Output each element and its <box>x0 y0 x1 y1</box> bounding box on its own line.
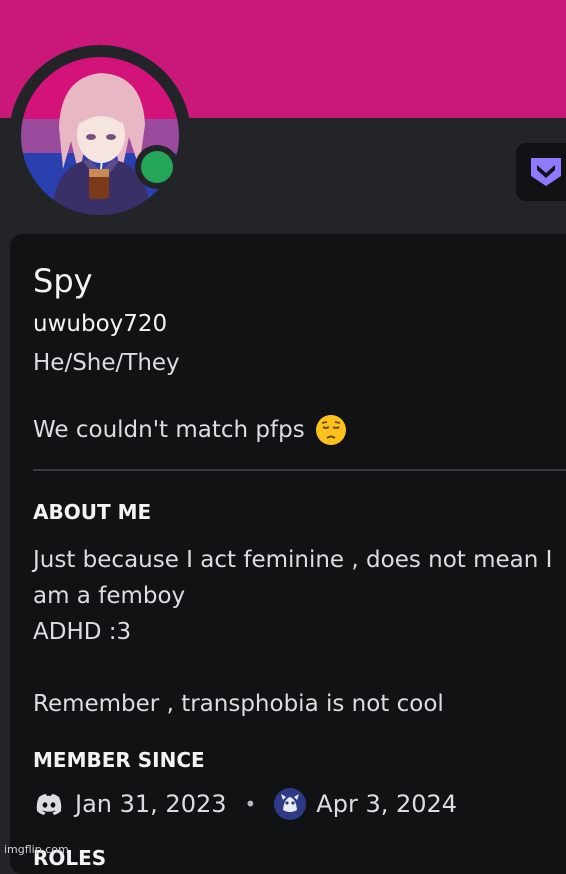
member-since-heading: MEMBER SINCE <box>33 748 205 772</box>
discord-icon <box>33 788 65 820</box>
custom-status: We couldn't match pfps <box>33 414 347 446</box>
date-separator: • <box>244 792 257 816</box>
avatar-image <box>21 57 179 215</box>
divider <box>33 469 566 471</box>
custom-status-text: We couldn't match pfps <box>33 417 305 443</box>
about-line: Remember , transphobia is not cool <box>33 691 444 717</box>
watermark: imgflip.com <box>4 843 69 856</box>
online-status-indicator <box>141 151 173 183</box>
server-icon[interactable] <box>274 788 307 820</box>
member-since-row: Jan 31, 2023 • Apr 3, 2024 <box>33 788 457 820</box>
about-line: ADHD :3 <box>33 619 132 645</box>
hypesquad-badge-button[interactable] <box>516 143 566 201</box>
hypesquad-icon <box>531 158 561 186</box>
username: uwuboy720 <box>33 311 168 337</box>
about-me-text: Just because I act feminine , does not m… <box>33 542 552 722</box>
server-join-date: Apr 3, 2024 <box>316 790 458 818</box>
display-name: Spy <box>33 262 93 300</box>
about-line: am a femboy <box>33 583 186 609</box>
about-line <box>33 650 552 686</box>
discord-join-date: Jan 31, 2023 <box>75 790 227 818</box>
avatar[interactable] <box>21 57 179 215</box>
about-line: Just because I act feminine , does not m… <box>33 547 553 573</box>
about-me-heading: ABOUT ME <box>33 500 152 524</box>
pronouns: He/She/They <box>33 350 180 376</box>
pensive-face-icon <box>315 414 347 446</box>
